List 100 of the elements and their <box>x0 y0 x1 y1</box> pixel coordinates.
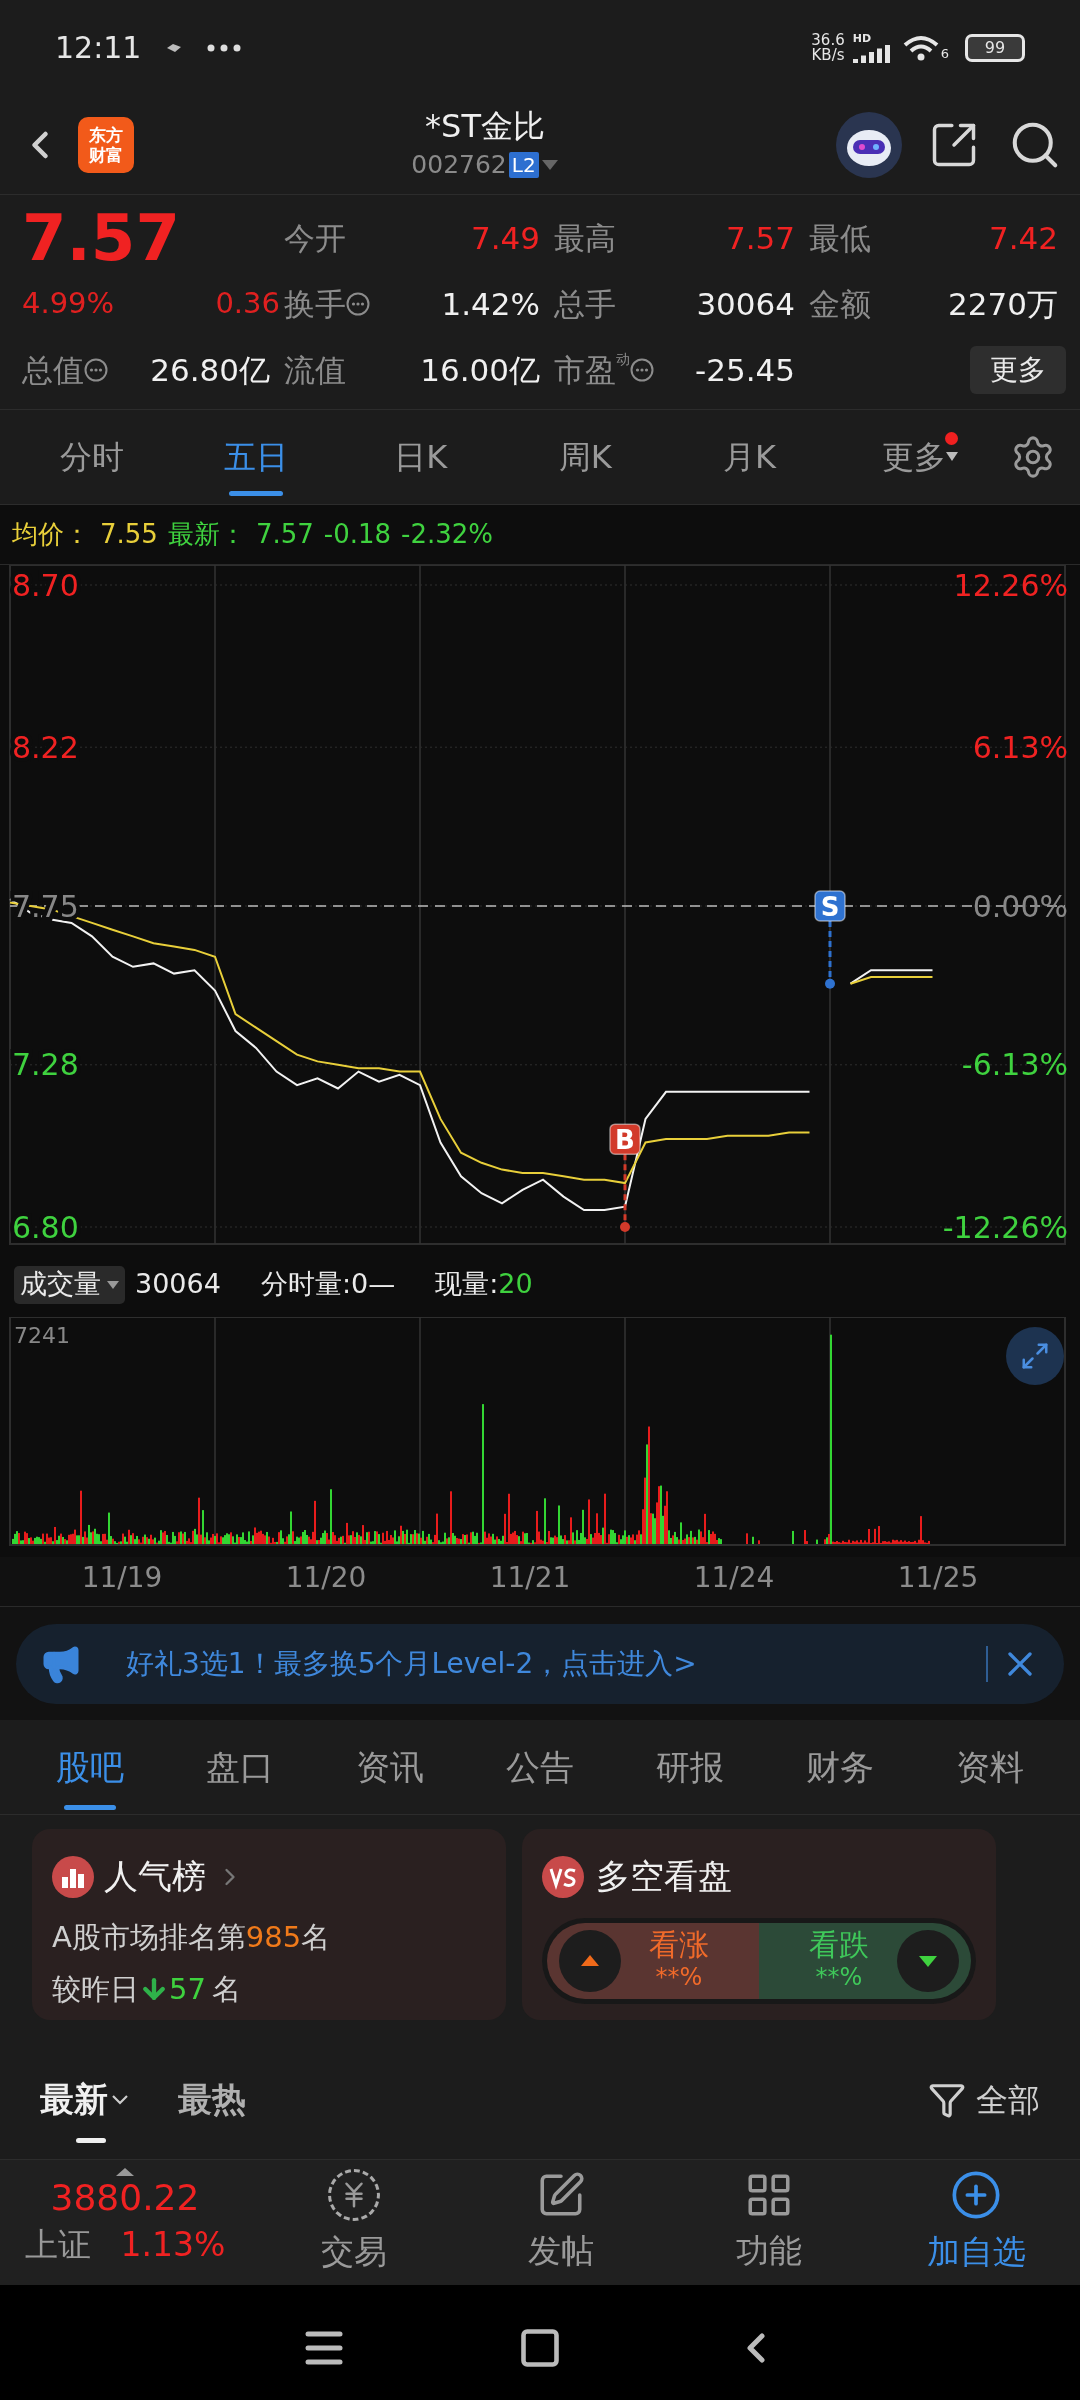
section-tab[interactable]: 公告 <box>465 1720 615 1814</box>
stat-value: 7.49 <box>470 218 540 258</box>
expand-icon <box>1020 1341 1050 1371</box>
legend-text: 最新： <box>167 518 246 551</box>
selected-indicator <box>76 2138 106 2143</box>
dropdown-caret-icon[interactable] <box>540 158 559 171</box>
info-dots-icon[interactable] <box>84 358 108 382</box>
stat-value: -25.45 <box>695 350 795 390</box>
chart-tab[interactable]: 日K <box>338 410 503 504</box>
date-label: 11/25 <box>896 1560 980 1596</box>
expand-button[interactable] <box>1006 1327 1064 1385</box>
rank-change-label: 较昨日 <box>52 1970 139 2008</box>
legend-text: 7.55 <box>100 518 158 551</box>
rank-change-unit: 名 <box>211 1970 241 2008</box>
sort-tab[interactable]: 最热 <box>178 2040 246 2159</box>
section-tab[interactable]: 股吧 <box>15 1720 165 1814</box>
stat-label: 最高 <box>554 218 616 258</box>
battery-indicator: 99 <box>965 33 1025 62</box>
triangle-up-icon <box>559 1930 621 1992</box>
signal-icon <box>852 44 893 63</box>
date-label: 11/20 <box>284 1560 368 1596</box>
status-time: 12:11 <box>55 29 142 67</box>
date-label: 11/21 <box>488 1560 572 1596</box>
current-volume-value: 20 <box>498 1267 533 1302</box>
sort-tab[interactable]: 最新 <box>40 2040 128 2159</box>
index-value: 3880.22 <box>50 2175 200 2220</box>
stat-label: 总值 <box>22 350 84 390</box>
percent-axis-label: -12.26% <box>942 1209 1068 1245</box>
hd-label: HD <box>852 32 872 45</box>
app-logo[interactable]: 东方 财富 <box>78 116 134 173</box>
stat-label: 最低 <box>809 218 871 258</box>
stat-value: 30064 <box>696 284 795 324</box>
stat-value: 16.00亿 <box>420 350 540 390</box>
percent-axis-label: 6.13% <box>972 729 1068 765</box>
stock-title: *ST金比 <box>425 105 545 146</box>
stat-label: 今开 <box>284 218 346 258</box>
card-title: 多空看盘 <box>596 1855 732 1898</box>
info-dots-icon[interactable] <box>346 292 370 316</box>
wifi-level-label: 6 <box>940 44 949 63</box>
volume-selector[interactable]: 成交量 <box>14 1265 125 1304</box>
bullish-button[interactable]: 看涨 **% <box>547 1923 759 1999</box>
y-axis-label: 8.70 <box>12 567 79 603</box>
stat-value: 2270万 <box>948 284 1058 324</box>
percent-axis-label: -6.13% <box>961 1047 1068 1083</box>
card-title: 人气榜 <box>104 1855 206 1898</box>
stat-value: 26.80亿 <box>150 350 270 390</box>
network-speed: 36.6 <box>811 32 845 48</box>
section-tab[interactable]: 资讯 <box>315 1720 465 1814</box>
y-axis-label: 7.28 <box>12 1047 79 1083</box>
volume-total: 30064 <box>135 1267 221 1302</box>
bottom-nav-item[interactable]: 发帖 <box>457 2169 665 2276</box>
chart-tab[interactable]: 更多 <box>831 410 996 504</box>
section-tab[interactable]: 资料 <box>915 1720 1065 1814</box>
current-volume-label: 现量: <box>435 1267 499 1302</box>
stat-label: 流值 <box>284 350 346 390</box>
stat-value: 1.42% <box>441 284 540 324</box>
legend-text: -0.18 <box>323 518 392 551</box>
legend-text: -2.32% <box>401 518 494 551</box>
change-percent: 4.99% <box>22 285 115 323</box>
caret-down-icon <box>107 1280 119 1289</box>
date-label: 11/24 <box>692 1560 776 1596</box>
stat-label: 市盈 <box>554 350 616 390</box>
bottom-nav-item[interactable]: 加自选 <box>872 2168 1080 2277</box>
stat-label: 换手 <box>284 284 346 324</box>
chart-tab[interactable]: 分时 <box>10 410 175 504</box>
stat-superscript: 动 <box>616 349 630 367</box>
triangle-down-icon <box>897 1930 959 1992</box>
info-dots-icon[interactable] <box>630 358 654 382</box>
more-dots-icon <box>207 43 242 52</box>
chart-tab[interactable]: 五日 <box>174 410 339 504</box>
stock-code: 002762 <box>411 148 507 181</box>
ranking-icon <box>52 1855 94 1898</box>
section-tab[interactable]: 财务 <box>765 1720 915 1814</box>
section-tab[interactable]: 研报 <box>615 1720 765 1814</box>
popularity-card[interactable]: 人气榜 A股市场排名第985名 较昨日 57 名 <box>32 1829 506 2020</box>
promo-banner[interactable]: 好礼3选1！最多换5个月Level-2，点击进入> <box>16 1623 1064 1704</box>
robot-avatar-icon[interactable] <box>836 111 902 178</box>
chevron-down-icon <box>112 2094 128 2105</box>
date-label: 11/19 <box>80 1560 164 1596</box>
rank-change-value: 57 <box>169 1970 206 2008</box>
bottom-nav-item[interactable]: 交易 <box>250 2168 458 2277</box>
market-rank-text: A股市场排名第985名 <box>52 1919 332 1956</box>
yen-cycle-icon <box>327 2168 380 2221</box>
stat-value: 7.42 <box>988 218 1058 258</box>
legend-text: 均价： <box>12 518 90 551</box>
chart-tab[interactable]: 周K <box>503 410 668 504</box>
stat-value: 7.57 <box>725 218 795 258</box>
bottom-nav-item[interactable]: 功能 <box>665 2169 873 2276</box>
stat-label: 总手 <box>554 284 616 324</box>
percent-axis-label: 0.00% <box>972 888 1068 924</box>
filter-button[interactable]: 全部 <box>928 2075 1040 2124</box>
index-name: 上证 <box>24 2223 91 2266</box>
y-axis-label: 6.80 <box>12 1209 79 1245</box>
more-button[interactable]: 更多 <box>970 346 1066 394</box>
bearish-button[interactable]: 看跌 **% <box>759 1923 971 1999</box>
level-badge: L2 <box>508 151 539 178</box>
section-tab[interactable]: 盘口 <box>165 1720 315 1814</box>
chart-tab[interactable]: 月K <box>667 410 832 504</box>
volume-max-label: 7241 <box>14 1322 70 1350</box>
minute-volume: 分时量:0— <box>260 1267 396 1302</box>
